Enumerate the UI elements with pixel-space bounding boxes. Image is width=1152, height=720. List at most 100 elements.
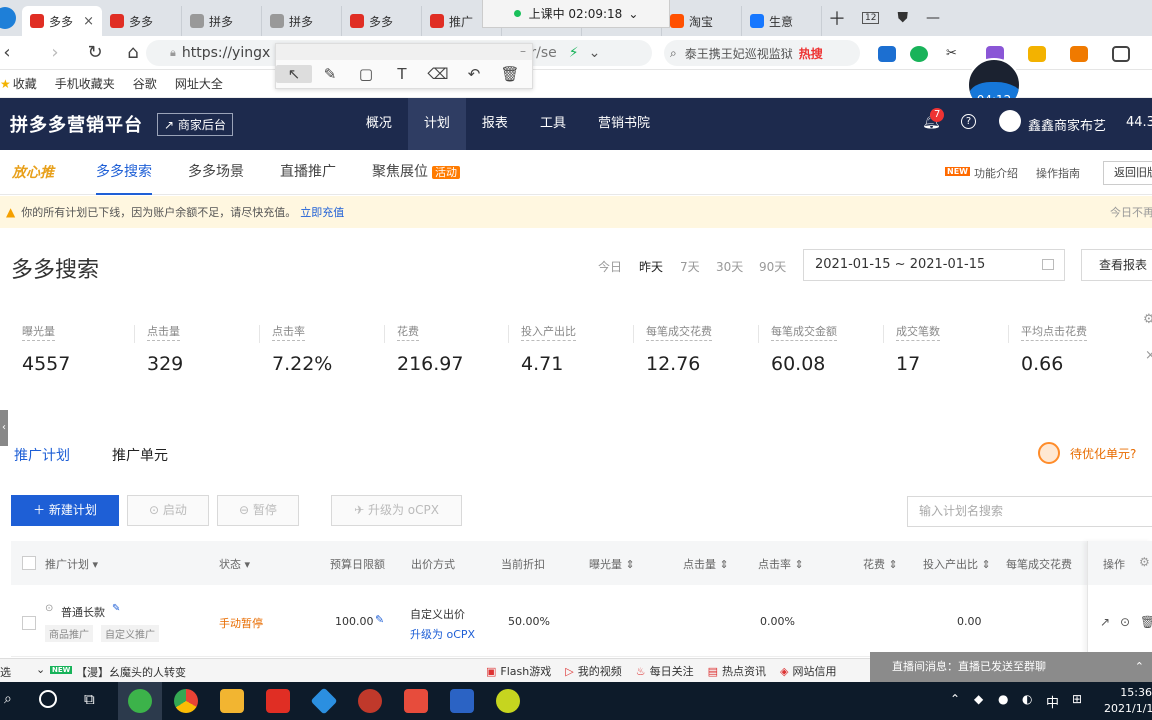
bookmark-item[interactable]: 网址大全 bbox=[175, 75, 223, 92]
live-room-notification[interactable]: 直播间消息：直播已发送至群聊 ⌃ bbox=[870, 652, 1152, 682]
browser-taskbar-icon[interactable] bbox=[128, 689, 152, 713]
annotation-toolbar-handle[interactable]: – bbox=[276, 44, 532, 60]
app-logo[interactable]: 拼多多营销平台 bbox=[10, 111, 143, 137]
shirt-icon[interactable]: ⛊ bbox=[897, 10, 908, 26]
nav-item[interactable]: 计划 bbox=[407, 98, 466, 150]
collapse-handle-icon[interactable]: ‹ bbox=[0, 410, 8, 446]
edit-budget-icon[interactable]: ✎ bbox=[375, 613, 384, 626]
username[interactable]: 鑫鑫商家布艺 bbox=[1028, 115, 1106, 134]
scissors-icon[interactable]: ✂ bbox=[946, 46, 964, 62]
bookmark-item[interactable]: 谷歌 bbox=[133, 75, 157, 92]
merchant-backend-button[interactable]: ↗ 商家后台 bbox=[157, 112, 233, 136]
apps-grid-icon[interactable] bbox=[1112, 46, 1130, 62]
back-icon[interactable]: ‹ bbox=[0, 42, 14, 63]
col-cost-per-order[interactable]: 每笔成交花费 bbox=[1006, 556, 1086, 572]
plan-search-input[interactable]: 输入计划名搜索 bbox=[907, 496, 1152, 527]
chrome-taskbar-icon[interactable] bbox=[174, 689, 198, 713]
upgrade-ocpx-link[interactable]: 升级为 oCPX bbox=[410, 626, 475, 642]
cortana-icon[interactable] bbox=[39, 690, 57, 708]
dismiss-today-link[interactable]: 今日不再提示 bbox=[1110, 204, 1152, 220]
rectangle-tool-icon[interactable]: ▢ bbox=[348, 65, 384, 83]
nav-item[interactable]: 报表 bbox=[466, 98, 524, 150]
feature-intro-link[interactable]: 功能介绍 bbox=[974, 165, 1018, 181]
network-icon[interactable]: ◆ bbox=[974, 692, 983, 706]
delete-tool-icon[interactable]: 🗑︎ bbox=[492, 65, 528, 83]
app4-taskbar-icon[interactable] bbox=[496, 689, 520, 713]
pause-button[interactable]: ⊖ 暂停 bbox=[217, 495, 299, 526]
undo-tool-icon[interactable]: ↶ bbox=[456, 65, 492, 83]
date-option-yesterday[interactable]: 昨天 bbox=[639, 258, 663, 275]
extension-icon-1[interactable] bbox=[878, 46, 896, 62]
plan-name[interactable]: 普通长款 bbox=[61, 604, 105, 620]
app3-taskbar-icon[interactable] bbox=[404, 689, 428, 713]
status-news-link[interactable]: 【漫】幺魔头的人转变 bbox=[76, 664, 186, 680]
minimize-icon[interactable]: — bbox=[926, 10, 940, 26]
game-icon[interactable] bbox=[1070, 46, 1088, 62]
back-to-old-version-button[interactable]: 返回旧版 bbox=[1103, 161, 1152, 185]
pointer-tool-icon[interactable]: ↖ bbox=[276, 65, 312, 83]
col-plan[interactable]: 推广计划 ▾ bbox=[45, 556, 98, 572]
volume-icon[interactable]: ◐ bbox=[1022, 692, 1032, 706]
col-ctr[interactable]: 点击率 ⇕ bbox=[758, 556, 804, 572]
shield-icon[interactable] bbox=[1028, 46, 1046, 62]
settings-icon[interactable]: ⚙ bbox=[1143, 312, 1152, 327]
tab-count-badge[interactable]: 12 bbox=[862, 12, 880, 24]
tab-promotion-plan[interactable]: 推广计划 bbox=[14, 445, 70, 465]
avatar[interactable] bbox=[999, 110, 1021, 132]
status-link[interactable]: Flash游戏 bbox=[500, 663, 551, 679]
view-report-button[interactable]: 查看报表 bbox=[1081, 249, 1152, 281]
close-icon[interactable]: × bbox=[83, 14, 94, 29]
keyboard-icon[interactable]: ⊞ bbox=[1072, 692, 1082, 706]
browser-tab[interactable]: 多多 bbox=[342, 6, 422, 36]
browser-tab[interactable]: 淘宝 bbox=[662, 6, 742, 36]
col-roi[interactable]: 投入产出比 ⇕ bbox=[923, 556, 991, 572]
browser-tab[interactable]: 多多 × bbox=[22, 6, 102, 36]
date-option-7d[interactable]: 7天 bbox=[680, 258, 700, 275]
task-view-icon[interactable]: ⧉ bbox=[84, 690, 95, 708]
ime-indicator[interactable]: 中 bbox=[1046, 692, 1059, 711]
extension-icon-2[interactable] bbox=[910, 46, 928, 62]
tab-duoduo-search[interactable]: 多多搜索 bbox=[96, 150, 152, 195]
app-taskbar-icon[interactable] bbox=[310, 687, 338, 715]
text-tool-icon[interactable]: T bbox=[384, 65, 420, 83]
fangxintui-brand[interactable]: 放心推 bbox=[12, 162, 54, 182]
status-link[interactable]: 热点资讯 bbox=[722, 663, 766, 679]
nav-item[interactable]: 营销书院 bbox=[582, 98, 666, 150]
nav-item[interactable]: 工具 bbox=[524, 98, 582, 150]
folder-taskbar-icon[interactable] bbox=[220, 689, 244, 713]
app2-taskbar-icon[interactable] bbox=[358, 689, 382, 713]
date-range-picker[interactable]: 2021-01-15 ~ 2021-01-15 bbox=[803, 249, 1065, 281]
forward-icon[interactable]: › bbox=[36, 42, 74, 63]
row-checkbox[interactable] bbox=[22, 616, 36, 630]
tab-live-promotion[interactable]: 直播推广 bbox=[280, 150, 336, 195]
date-option-today[interactable]: 今日 bbox=[598, 258, 622, 275]
close-icon[interactable]: × bbox=[1145, 348, 1152, 363]
url-dropdown-icon[interactable]: ⌄ bbox=[589, 45, 601, 61]
date-option-90d[interactable]: 90天 bbox=[759, 258, 786, 275]
browser-search-box[interactable]: ⌕ 泰王携王妃巡视监狱 热搜 bbox=[664, 40, 860, 66]
status-link[interactable]: 我的视频 bbox=[578, 663, 622, 679]
chevron-up-icon[interactable]: ⌃ bbox=[950, 692, 960, 706]
bolt-icon[interactable]: ⚡ bbox=[569, 45, 579, 61]
tray-icon[interactable]: ● bbox=[998, 692, 1008, 706]
col-impressions[interactable]: 曝光量 ⇕ bbox=[589, 556, 635, 572]
pen-tool-icon[interactable]: ✎ bbox=[312, 65, 348, 83]
chevron-up-icon[interactable]: ⌃ bbox=[1135, 652, 1144, 682]
tab-promotion-unit[interactable]: 推广单元 bbox=[112, 445, 168, 465]
col-clicks[interactable]: 点击量 ⇕ bbox=[683, 556, 729, 572]
eraser-tool-icon[interactable]: ⌫ bbox=[420, 65, 456, 83]
browser-tab[interactable]: 多多 bbox=[102, 6, 182, 36]
bookmark-item[interactable]: 手机收藏夹 bbox=[55, 75, 115, 92]
status-link[interactable]: 每日关注 bbox=[650, 663, 694, 679]
recharge-link[interactable]: 立即充值 bbox=[300, 204, 344, 220]
upgrade-ocpx-button[interactable]: ✈ 升级为 oCPX bbox=[331, 495, 462, 526]
optimize-units-link[interactable]: 待优化单元? bbox=[1038, 442, 1136, 464]
bookmark-item[interactable]: 收藏 bbox=[13, 75, 37, 92]
system-clock[interactable]: 15:36 2021/1/1 bbox=[1104, 685, 1152, 717]
trash-icon[interactable]: 🗑︎ bbox=[1140, 615, 1152, 629]
tab-duoduo-scene[interactable]: 多多场景 bbox=[188, 150, 244, 195]
help-icon[interactable]: ? bbox=[961, 114, 976, 129]
browser-tab[interactable]: 生意 bbox=[742, 6, 822, 36]
search-icon[interactable]: ⌕ bbox=[4, 691, 12, 707]
col-spend[interactable]: 花费 ⇕ bbox=[863, 556, 898, 572]
